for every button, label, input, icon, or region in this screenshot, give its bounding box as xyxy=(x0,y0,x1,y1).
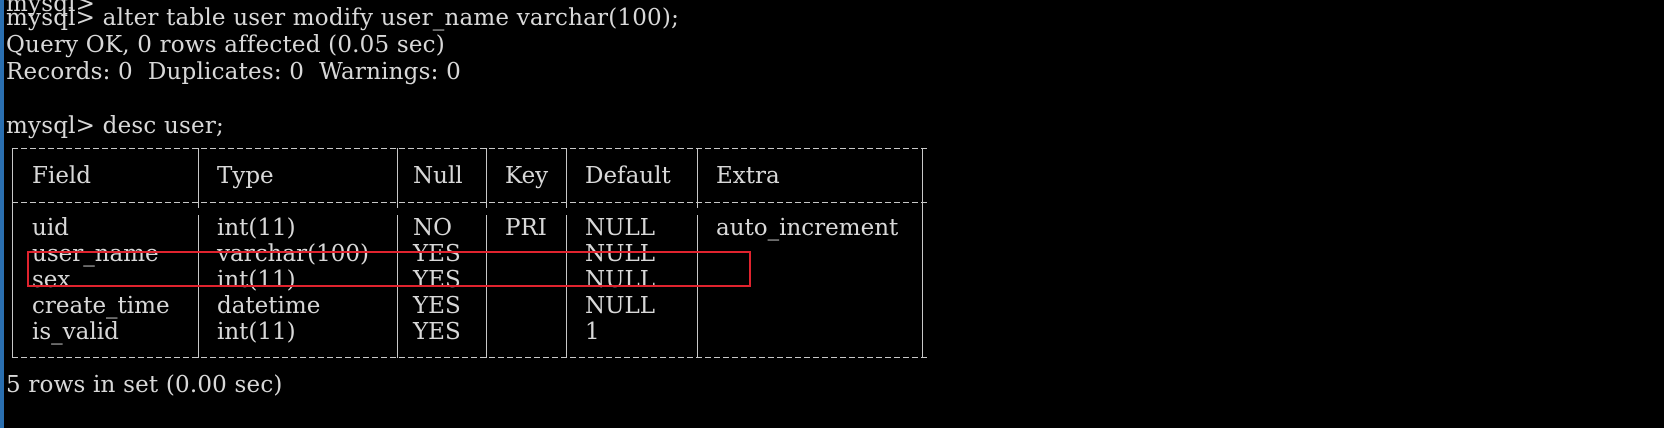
table-top-border xyxy=(12,148,930,149)
cell-null: NO xyxy=(413,215,452,241)
cell-extra: auto_increment xyxy=(716,215,899,241)
table-divider xyxy=(12,148,13,358)
cell-default: NULL xyxy=(585,293,656,319)
header-null: Null xyxy=(413,163,463,189)
query-ok-line: Query OK, 0 rows affected (0.05 sec) xyxy=(6,32,445,58)
table-divider xyxy=(566,148,567,208)
table-bottom-border xyxy=(12,357,930,358)
cell-key: PRI xyxy=(505,215,547,241)
header-type: Type xyxy=(217,163,274,189)
table-divider xyxy=(922,148,923,358)
terminal-window[interactable]: mysql> mysql> alter table user modify us… xyxy=(0,0,1664,428)
cell-null: YES xyxy=(413,319,461,345)
header-default: Default xyxy=(585,163,671,189)
cell-default: 1 xyxy=(585,319,600,345)
desc-command-line: mysql> desc user; xyxy=(6,113,224,139)
header-key: Key xyxy=(505,163,549,189)
table-header-border xyxy=(12,202,930,203)
window-edge xyxy=(0,0,4,428)
cell-default: NULL xyxy=(585,215,656,241)
highlight-box xyxy=(27,251,751,287)
table-divider xyxy=(697,148,698,208)
table-divider xyxy=(198,148,199,208)
cell-type: int(11) xyxy=(217,319,296,345)
cell-field: is_valid xyxy=(32,319,119,345)
cell-type: int(11) xyxy=(217,215,296,241)
table-divider xyxy=(486,148,487,208)
alter-command-line: mysql> alter table user modify user_name… xyxy=(6,5,680,31)
header-field: Field xyxy=(32,163,92,189)
rows-in-set-line: 5 rows in set (0.00 sec) xyxy=(6,372,283,398)
cell-null: YES xyxy=(413,293,461,319)
records-line: Records: 0 Duplicates: 0 Warnings: 0 xyxy=(6,59,461,85)
cell-field: create_time xyxy=(32,293,170,319)
cell-type: datetime xyxy=(217,293,321,319)
cell-field: uid xyxy=(32,215,69,241)
header-extra: Extra xyxy=(716,163,780,189)
table-divider xyxy=(397,148,398,208)
